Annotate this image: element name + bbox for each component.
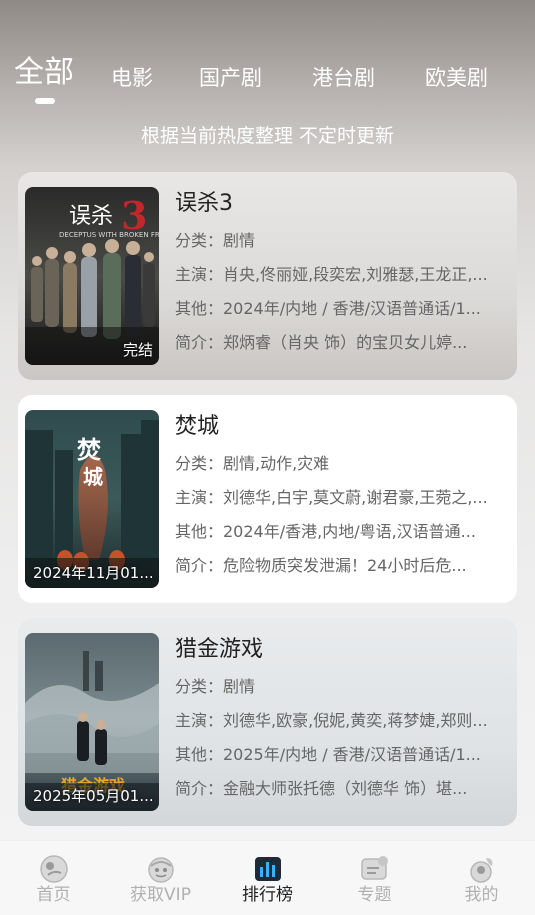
nav-home-label: 首页 bbox=[36, 885, 71, 905]
item-category: 分类：剧情,动作,灾难 bbox=[175, 454, 330, 473]
tab-all[interactable]: 全部 bbox=[14, 50, 74, 96]
vip-icon bbox=[148, 857, 174, 883]
poster-image: 焚 城 2024年11月01... bbox=[25, 410, 159, 588]
tab-western-series[interactable]: 欧美剧 bbox=[425, 55, 488, 101]
release-date-badge: 2025年05月01... bbox=[33, 787, 154, 805]
item-summary: 简介：金融大师张托德（刘德华 饰）堪... bbox=[175, 779, 468, 798]
item-other: 其他：2024年/香港,内地/粤语,汉语普通... bbox=[175, 522, 476, 541]
item-category: 分类：剧情 bbox=[175, 677, 256, 696]
release-date-badge: 2024年11月01... bbox=[33, 564, 154, 582]
nav-ranking-label: 排行榜 bbox=[242, 885, 293, 905]
home-icon bbox=[40, 855, 68, 883]
status-badge: 完结 bbox=[122, 341, 153, 359]
nav-profile[interactable]: 我的 bbox=[428, 841, 535, 915]
tab-domestic-series[interactable]: 国产剧 bbox=[199, 55, 262, 101]
list-item[interactable]: 焚 城 2024年11月01... 焚城 分类：剧情,动作,灾难 主演：刘德华,… bbox=[18, 395, 517, 603]
profile-icon bbox=[470, 858, 493, 883]
svg-text:城: 城 bbox=[83, 465, 103, 489]
nav-topics-label: 专题 bbox=[357, 885, 392, 905]
item-cast: 主演：肖央,佟丽娅,段奕宏,刘雅瑟,王龙正,... bbox=[175, 265, 488, 284]
topic-icon bbox=[361, 856, 388, 880]
poster-image: 误杀 3 DECEPTUS WITH BROKEN FRAMS 完结 bbox=[25, 187, 159, 365]
item-other: 其他：2025年/内地 / 香港/汉语普通话/1... bbox=[175, 745, 481, 764]
item-title: 误杀3 bbox=[175, 191, 233, 216]
item-title: 猎金游戏 bbox=[175, 637, 264, 662]
item-summary: 简介：郑炳睿（肖央 饰）的宝贝女儿婷... bbox=[175, 333, 468, 352]
ranking-icon bbox=[255, 857, 281, 881]
nav-topics[interactable]: 专题 bbox=[321, 841, 428, 915]
nav-profile-label: 我的 bbox=[464, 885, 499, 905]
item-cast: 主演：刘德华,欧豪,倪妮,黄奕,蒋梦婕,郑则... bbox=[175, 711, 488, 730]
list-item[interactable]: 猎金游戏 2025年05月01... 猎金游戏 分类：剧情 主演：刘德华,欧豪,… bbox=[18, 618, 517, 826]
item-title: 焚城 bbox=[175, 414, 220, 439]
svg-text:误杀: 误杀 bbox=[69, 204, 113, 229]
active-tab-indicator bbox=[35, 98, 55, 104]
svg-text:焚: 焚 bbox=[77, 435, 101, 464]
bottom-navigation: 首页 获取VIP 排行榜 专题 我的 bbox=[0, 840, 535, 915]
tab-hk-tw-series[interactable]: 港台剧 bbox=[312, 55, 375, 101]
nav-ranking[interactable]: 排行榜 bbox=[214, 841, 321, 915]
ranking-subtitle: 根据当前热度整理 不定时更新 bbox=[140, 125, 395, 147]
item-cast: 主演：刘德华,白宇,莫文蔚,谢君豪,王菀之,... bbox=[175, 488, 488, 507]
item-other: 其他：2024年/内地 / 香港/汉语普通话/1... bbox=[175, 299, 481, 318]
list-item[interactable]: 误杀 3 DECEPTUS WITH BROKEN FRAMS 完结 误杀3 分 bbox=[18, 172, 517, 380]
nav-vip-label: 获取VIP bbox=[130, 885, 191, 905]
category-tabs: 全部 电影 国产剧 港台剧 欧美剧 bbox=[0, 50, 535, 110]
nav-home[interactable]: 首页 bbox=[0, 841, 107, 915]
poster-caption: DECEPTUS WITH BROKEN FRAMS bbox=[59, 231, 159, 239]
poster-image: 猎金游戏 2025年05月01... bbox=[25, 633, 159, 811]
item-category: 分类：剧情 bbox=[175, 231, 256, 250]
tab-movies[interactable]: 电影 bbox=[111, 55, 153, 101]
nav-vip[interactable]: 获取VIP bbox=[107, 841, 214, 915]
item-summary: 简介：危险物质突发泄漏！24小时后危... bbox=[175, 556, 467, 575]
